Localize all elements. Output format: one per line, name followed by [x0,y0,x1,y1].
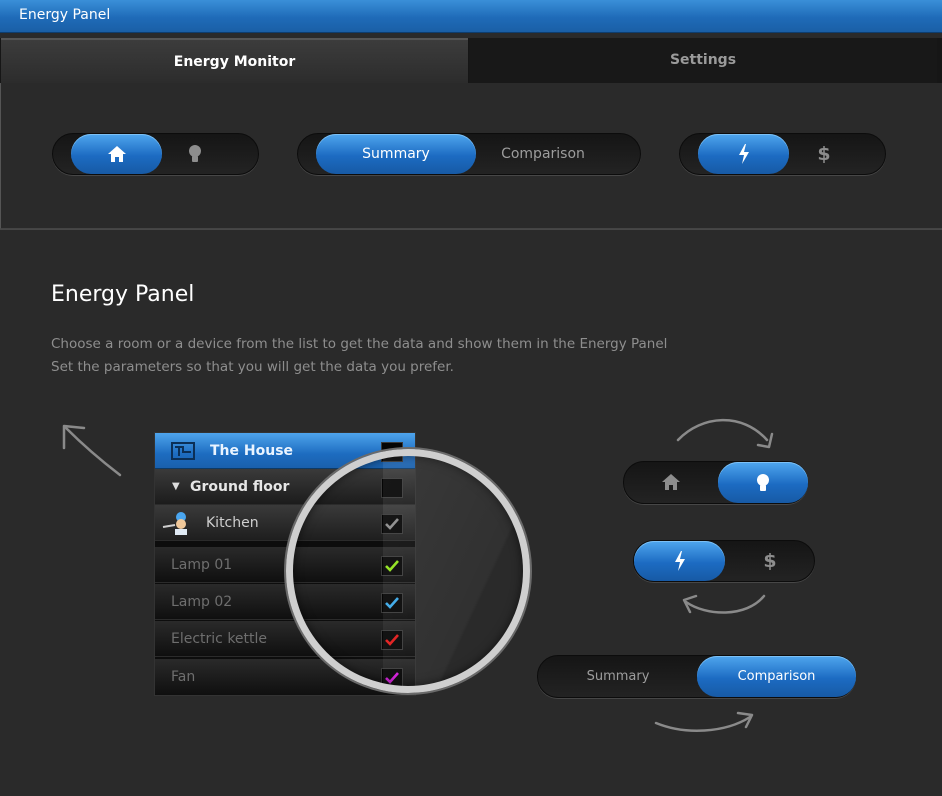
bolt-icon [674,551,685,571]
section-divider [0,229,942,230]
help-text-line-1: Choose a room or a device from the list … [51,336,668,352]
list-item-label: Electric kettle [171,631,268,647]
list-item-label: Lamp 01 [171,557,233,573]
chef-icon [162,512,187,535]
view-toggle[interactable]: Summary Comparison [297,133,641,175]
home-icon [107,146,126,162]
chevron-down-icon: ▼ [172,481,180,492]
curved-arrow-right-icon [676,418,774,449]
tab-energy-monitor[interactable]: Energy Monitor [1,38,468,83]
list-item-label: The House [210,443,294,459]
tab-settings[interactable]: Settings [469,38,937,83]
bulb-icon [189,145,201,163]
dollar-icon: $ [817,143,831,165]
arrow-up-left-icon [62,424,122,477]
home-icon [662,474,680,490]
window-title: Energy Panel [19,7,111,23]
map-icon [171,442,195,460]
curved-arrow-bottom-icon [654,711,754,732]
dollar-icon: $ [763,550,777,572]
tab-bar: Energy Monitor Settings [0,38,942,83]
cost-button[interactable]: $ [793,134,855,174]
bolt-icon [738,144,749,164]
list-item-label: Lamp 02 [171,594,233,610]
demo-location-toggle [623,461,808,504]
device-button[interactable] [164,134,226,174]
demo-summary-button: Summary [586,668,650,684]
list-item-label: Ground floor [190,479,290,495]
demo-comparison-button: Comparison [697,656,856,697]
demo-view-toggle: Summary Comparison [537,655,856,698]
page-title: Energy Panel [51,282,195,307]
unit-toggle[interactable]: $ [679,133,886,175]
list-item-label: Kitchen [206,515,259,531]
magnifier-glass [286,449,530,693]
list-item-label: Fan [171,669,196,685]
comparison-button[interactable]: Comparison [478,134,608,174]
window-titlebar: Energy Panel [0,0,942,33]
summary-button[interactable]: Summary [316,134,476,174]
help-text-line-2: Set the parameters so that you will get … [51,359,454,375]
curved-arrow-left-icon [682,594,766,614]
bulb-icon [757,473,769,492]
demo-energy-button [634,541,725,581]
demo-home-button [624,462,718,502]
demo-unit-toggle: $ [633,540,815,582]
demo-cost-button: $ [725,541,815,581]
demo-device-button [718,462,808,503]
home-button[interactable] [71,134,162,174]
energy-button[interactable] [698,134,789,174]
location-toggle[interactable] [52,133,259,175]
toolbar: Summary Comparison $ [0,83,942,229]
